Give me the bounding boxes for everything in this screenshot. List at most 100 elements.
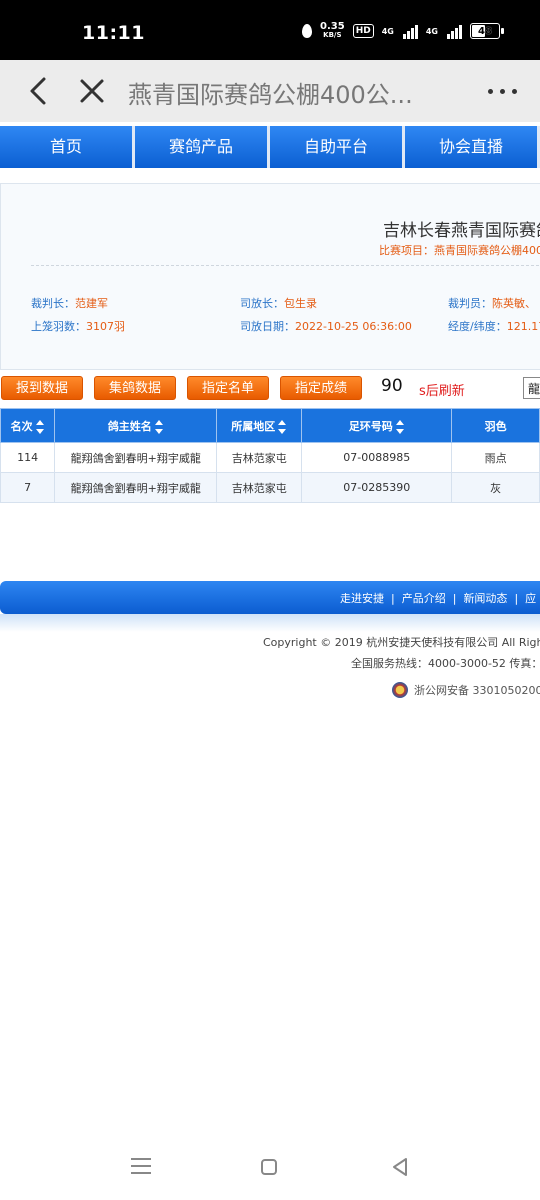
chevron-left-icon[interactable] bbox=[26, 76, 52, 106]
judges-value: 陈英敏、 bbox=[492, 297, 536, 310]
status-time: 11:11 bbox=[82, 22, 145, 44]
beian-record[interactable]: 浙公网安备 33010502000 bbox=[392, 682, 540, 698]
releaser-label: 司放长： bbox=[240, 297, 284, 310]
release-date-value: 2022-10-25 06:36:00 bbox=[295, 320, 412, 333]
chief-judge-value: 范建军 bbox=[75, 297, 108, 310]
nav-item-home[interactable]: 首页 bbox=[0, 126, 135, 168]
header-rank[interactable]: 名次 bbox=[0, 408, 56, 443]
sort-icon bbox=[278, 419, 287, 434]
header-ring[interactable]: 足环号码 bbox=[301, 408, 453, 443]
cell-owner: 龍翔鴿舍劉春明+翔宇威龍 bbox=[54, 472, 218, 503]
header-region-label: 所属地区 bbox=[231, 419, 276, 433]
cell-color: 雨点 bbox=[451, 442, 540, 473]
count-field: 上笼羽数：3107羽 bbox=[31, 318, 125, 334]
footer-link-about[interactable]: 走进安捷 bbox=[340, 592, 384, 605]
hd-voice-icon: HD bbox=[352, 24, 374, 38]
app-header: 燕青国际赛鸽公棚400公... bbox=[0, 60, 540, 122]
race-item-label: 比赛项目： bbox=[379, 244, 434, 257]
sort-icon bbox=[35, 419, 45, 434]
latlon-field: 经度/纬度：121.17 bbox=[448, 318, 540, 334]
count-label: 上笼羽数： bbox=[31, 320, 86, 333]
home-icon[interactable] bbox=[261, 1159, 277, 1175]
release-date-label: 司放日期： bbox=[240, 320, 295, 333]
race-info-panel: 吉林长春燕青国际赛鸽 比赛项目：燕青国际赛鸽公棚400 裁判长：范建军 司放长：… bbox=[0, 183, 540, 370]
network-speed: 0.35 KB/S bbox=[320, 22, 345, 40]
sort-icon bbox=[395, 419, 405, 434]
cell-owner: 龍翔鴿舍劉春明+翔宇威龍 bbox=[54, 442, 218, 473]
beian-text: 浙公网安备 33010502000 bbox=[414, 684, 540, 697]
battery-icon: 48 bbox=[470, 23, 504, 39]
race-item-value: 燕青国际赛鸽公棚400 bbox=[434, 244, 540, 257]
header-region[interactable]: 所属地区 bbox=[216, 408, 303, 443]
footer-links: 走进安捷 | 产品介绍 | 新闻动态 | 应 bbox=[340, 592, 537, 605]
cell-rank: 114 bbox=[0, 442, 56, 473]
police-badge-icon bbox=[392, 682, 408, 698]
footer-link-news[interactable]: 新闻动态 bbox=[463, 592, 507, 605]
releaser-field: 司放长：包生录 bbox=[240, 295, 317, 311]
service-hotline: 全国服务热线：4000-3000-52 传真：0 bbox=[351, 657, 540, 670]
chief-judge-label: 裁判长： bbox=[31, 297, 75, 310]
footer-divider bbox=[0, 614, 540, 632]
cell-region: 吉林范家屯 bbox=[216, 472, 303, 503]
table-row[interactable]: 114 龍翔鴿舍劉春明+翔宇威龍 吉林范家屯 07-0088985 雨点 bbox=[0, 442, 540, 473]
header-color-label: 羽色 bbox=[484, 419, 507, 433]
battery-level: 48 bbox=[478, 25, 492, 37]
cell-region: 吉林范家屯 bbox=[216, 442, 303, 473]
count-value: 3107羽 bbox=[86, 320, 125, 333]
cell-ring: 07-0285390 bbox=[301, 472, 453, 503]
designated-list-button[interactable]: 指定名单 bbox=[187, 376, 269, 400]
info-divider bbox=[31, 265, 540, 266]
network-type-1: 4G bbox=[381, 26, 394, 36]
latlon-label: 经度/纬度： bbox=[448, 320, 507, 333]
collection-data-button[interactable]: 集鸽数据 bbox=[94, 376, 176, 400]
chief-judge-field: 裁判长：范建军 bbox=[31, 295, 108, 311]
refresh-countdown: 90 bbox=[381, 376, 403, 396]
cell-color: 灰 bbox=[451, 472, 540, 503]
header-ring-label: 足环号码 bbox=[348, 419, 393, 433]
judges-field: 裁判员：陈英敏、 bbox=[448, 295, 536, 311]
network-speed-value: 0.35 bbox=[320, 21, 345, 32]
header-owner-label: 鸽主姓名 bbox=[107, 419, 152, 433]
network-type-2: 4G bbox=[425, 26, 438, 36]
footer-links-bar: 走进安捷 | 产品介绍 | 新闻动态 | 应 bbox=[0, 581, 540, 614]
footer-link-more[interactable]: 应 bbox=[525, 592, 536, 605]
releaser-value: 包生录 bbox=[284, 297, 317, 310]
latlon-value: 121.17 bbox=[506, 320, 540, 333]
signal-icon bbox=[402, 23, 418, 39]
sort-icon bbox=[154, 419, 164, 434]
more-icon[interactable] bbox=[482, 78, 522, 104]
race-item: 比赛项目：燕青国际赛鸽公棚400 bbox=[379, 242, 540, 258]
nav-item-products[interactable]: 赛鸽产品 bbox=[135, 126, 270, 168]
results-table: 名次 鸽主姓名 所属地区 足环号码 羽色 114 龍翔鴿舍劉春明+翔宇威龍 吉林… bbox=[0, 408, 540, 503]
network-speed-unit: KB/S bbox=[323, 31, 342, 39]
filter-select[interactable]: 龍 bbox=[523, 377, 540, 399]
close-icon[interactable] bbox=[78, 76, 106, 106]
judges-label: 裁判员： bbox=[448, 297, 492, 310]
header-color: 羽色 bbox=[451, 408, 540, 443]
cell-rank: 7 bbox=[0, 472, 56, 503]
refresh-label: s后刷新 bbox=[419, 384, 465, 399]
status-icons: 0.35 KB/S HD 4G 4G 48 bbox=[302, 22, 504, 40]
nav-item-self-service[interactable]: 自助平台 bbox=[270, 126, 405, 168]
nav-item-live[interactable]: 协会直播 bbox=[405, 126, 540, 168]
status-bar: 11:11 0.35 KB/S HD 4G 4G 48 bbox=[0, 0, 540, 60]
signal-icon-2 bbox=[447, 23, 462, 39]
table-header-row: 名次 鸽主姓名 所属地区 足环号码 羽色 bbox=[0, 408, 540, 443]
system-nav-bar bbox=[0, 1140, 540, 1200]
main-nav: 首页 赛鸽产品 自助平台 协会直播 bbox=[0, 126, 540, 168]
action-bar: 报到数据 集鸽数据 指定名单 指定成绩 90 s后刷新 龍 bbox=[0, 376, 540, 401]
data-saver-icon bbox=[302, 24, 313, 38]
copyright: Copyright © 2019 杭州安捷天使科技有限公司 All Rights bbox=[263, 636, 540, 649]
designated-results-button[interactable]: 指定成绩 bbox=[280, 376, 362, 400]
release-date-field: 司放日期：2022-10-25 06:36:00 bbox=[240, 318, 412, 334]
race-title: 吉林长春燕青国际赛鸽 bbox=[383, 221, 540, 241]
report-data-button[interactable]: 报到数据 bbox=[1, 376, 83, 400]
page-title: 燕青国际赛鸽公棚400公... bbox=[128, 81, 413, 109]
table-row[interactable]: 7 龍翔鴿舍劉春明+翔宇威龍 吉林范家屯 07-0285390 灰 bbox=[0, 472, 540, 503]
cell-ring: 07-0088985 bbox=[301, 442, 453, 473]
header-rank-label: 名次 bbox=[10, 419, 33, 433]
footer-link-products[interactable]: 产品介绍 bbox=[402, 592, 446, 605]
menu-icon[interactable] bbox=[131, 1158, 151, 1174]
back-triangle-icon[interactable] bbox=[390, 1157, 410, 1177]
header-owner[interactable]: 鸽主姓名 bbox=[54, 408, 218, 443]
